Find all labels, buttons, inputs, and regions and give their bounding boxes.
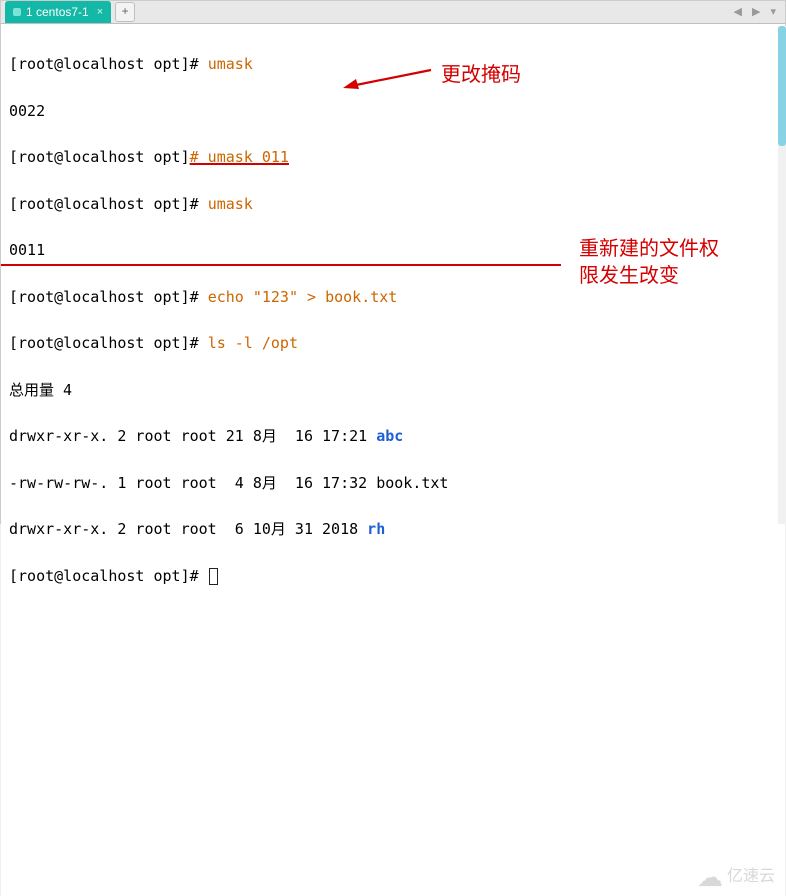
tab-status-icon [13, 8, 21, 16]
watermark-text: 亿速云 [727, 865, 775, 890]
annotation-umask: 更改掩码 [441, 62, 521, 89]
watermark: ☁ 亿速云 [697, 864, 775, 890]
terminal-line: [root@localhost opt]# umask 011 [9, 146, 777, 169]
cloud-icon: ☁ [697, 864, 723, 890]
terminal-line: [root@localhost opt]# umask [9, 53, 777, 76]
terminal-line: -rw-rw-rw-. 1 root root 4 8月 16 17:32 bo… [9, 472, 777, 495]
close-icon[interactable]: × [97, 6, 103, 18]
nav-right-icon[interactable]: ▶ [749, 5, 763, 19]
terminal-line: drwxr-xr-x. 2 root root 6 10月 31 2018 rh [9, 518, 777, 541]
terminal-line: 总用量 4 [9, 379, 777, 402]
terminal-line: [root@localhost opt]# [9, 565, 777, 588]
terminal-line: [root@localhost opt]# umask [9, 193, 777, 216]
divider-line [1, 264, 561, 266]
plus-icon: + [122, 5, 129, 19]
new-tab-button[interactable]: + [115, 2, 135, 22]
app-window: 1 centos7-1 × + ◀ ▶ ▾ [root@localhost op… [0, 0, 786, 524]
scrollbar-thumb[interactable] [778, 26, 786, 146]
tab-nav-controls: ◀ ▶ ▾ [731, 5, 785, 19]
tab-bar: 1 centos7-1 × + ◀ ▶ ▾ [1, 1, 785, 24]
annotation-perm: 重新建的文件权 限发生改变 [579, 236, 719, 290]
terminal-line: [root@localhost opt]# ls -l /opt [9, 332, 777, 355]
nav-menu-icon[interactable]: ▾ [767, 5, 779, 19]
nav-left-icon[interactable]: ◀ [731, 5, 745, 19]
terminal-line: drwxr-xr-x. 2 root root 21 8月 16 17:21 a… [9, 425, 777, 448]
terminal-line: 0022 [9, 100, 777, 123]
cursor [209, 568, 218, 585]
tab-label: 1 centos7-1 [26, 5, 89, 19]
terminal-pane[interactable]: [root@localhost opt]# umask 0022 [root@l… [1, 24, 785, 896]
tab-centos7[interactable]: 1 centos7-1 × [5, 1, 111, 23]
